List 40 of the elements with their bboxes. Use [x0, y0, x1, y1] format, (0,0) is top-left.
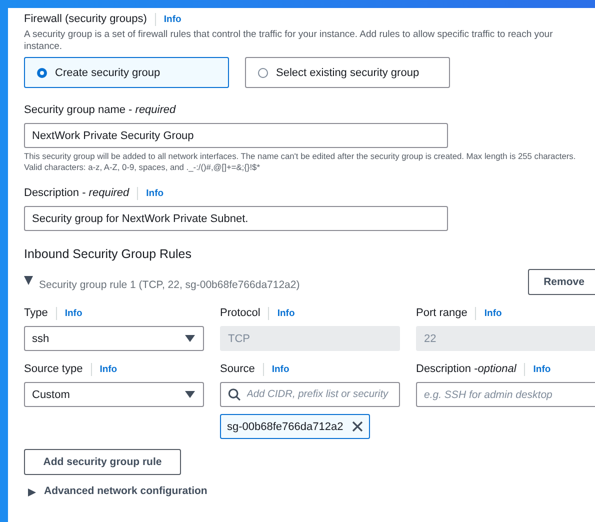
info-link[interactable]: Info — [533, 364, 551, 374]
remove-button[interactable]: Remove — [528, 269, 595, 295]
section-heading: Inbound Security Group Rules — [24, 247, 192, 261]
close-icon[interactable] — [352, 421, 364, 432]
readonly-field[interactable]: 22 — [416, 326, 595, 351]
field-label: Source type — [24, 363, 83, 375]
info-link[interactable]: Info — [272, 364, 290, 374]
name-input-field[interactable]: NextWork Private Security Group — [24, 123, 448, 148]
field-hint: This security group will be added to all network interfaces. The name can't be edited after the security group is created. Max length is 255 characters. Valid characters: a-z, A-Z, 0-9, spaces, and ._-:/()#,@[]+=&;{}!$* — [24, 151, 577, 173]
info-link[interactable]: Info — [64, 308, 82, 318]
field-label: Security group name - required — [24, 104, 176, 116]
rule-summary: Security group rule 1 (TCP, 22, sg-00b68fe766da712a2) — [39, 278, 300, 290]
add-rule-button[interactable]: Add security group rule — [24, 449, 181, 475]
field-label: Description - required — [24, 187, 130, 199]
search-icon — [228, 388, 241, 401]
field-label: Type — [24, 307, 48, 319]
info-link[interactable]: Info — [100, 364, 118, 374]
expandable-section-label[interactable]: Advanced network configuration — [44, 485, 208, 497]
field-label: Source — [220, 363, 255, 375]
info-link[interactable]: Info — [146, 188, 164, 198]
description-input-field[interactable]: e.g. SSH for admin desktop — [416, 382, 595, 407]
info-link[interactable]: Info — [164, 14, 182, 24]
caret-down-icon — [185, 391, 195, 398]
field-label: Port range — [416, 307, 468, 319]
caret-icon[interactable] — [28, 488, 36, 496]
selected-token: sg-00b68fe766da712a2 — [220, 414, 370, 439]
caret-down-icon — [185, 335, 195, 342]
description-input-field[interactable]: Security group for NextWork Private Subnet. — [24, 206, 448, 231]
caret-icon[interactable] — [24, 276, 33, 284]
radio-option[interactable]: Create security group — [24, 57, 229, 88]
select-dropdown[interactable]: ssh — [24, 326, 204, 351]
section-description: A security group is a set of firewall rules that control the traffic for your instance. Add rules to allow specific traffic to reach your instance. — [24, 29, 554, 53]
select-dropdown[interactable]: Custom — [24, 382, 204, 407]
radio-option[interactable]: Select existing security group — [245, 57, 450, 88]
field-label: Description -optional — [416, 363, 516, 375]
info-link[interactable]: Info — [277, 308, 295, 318]
section-title: Firewall (security groups) — [24, 13, 147, 25]
info-link[interactable]: Info — [484, 308, 502, 318]
readonly-field[interactable]: TCP — [220, 326, 400, 351]
field-label: Protocol — [220, 307, 260, 319]
